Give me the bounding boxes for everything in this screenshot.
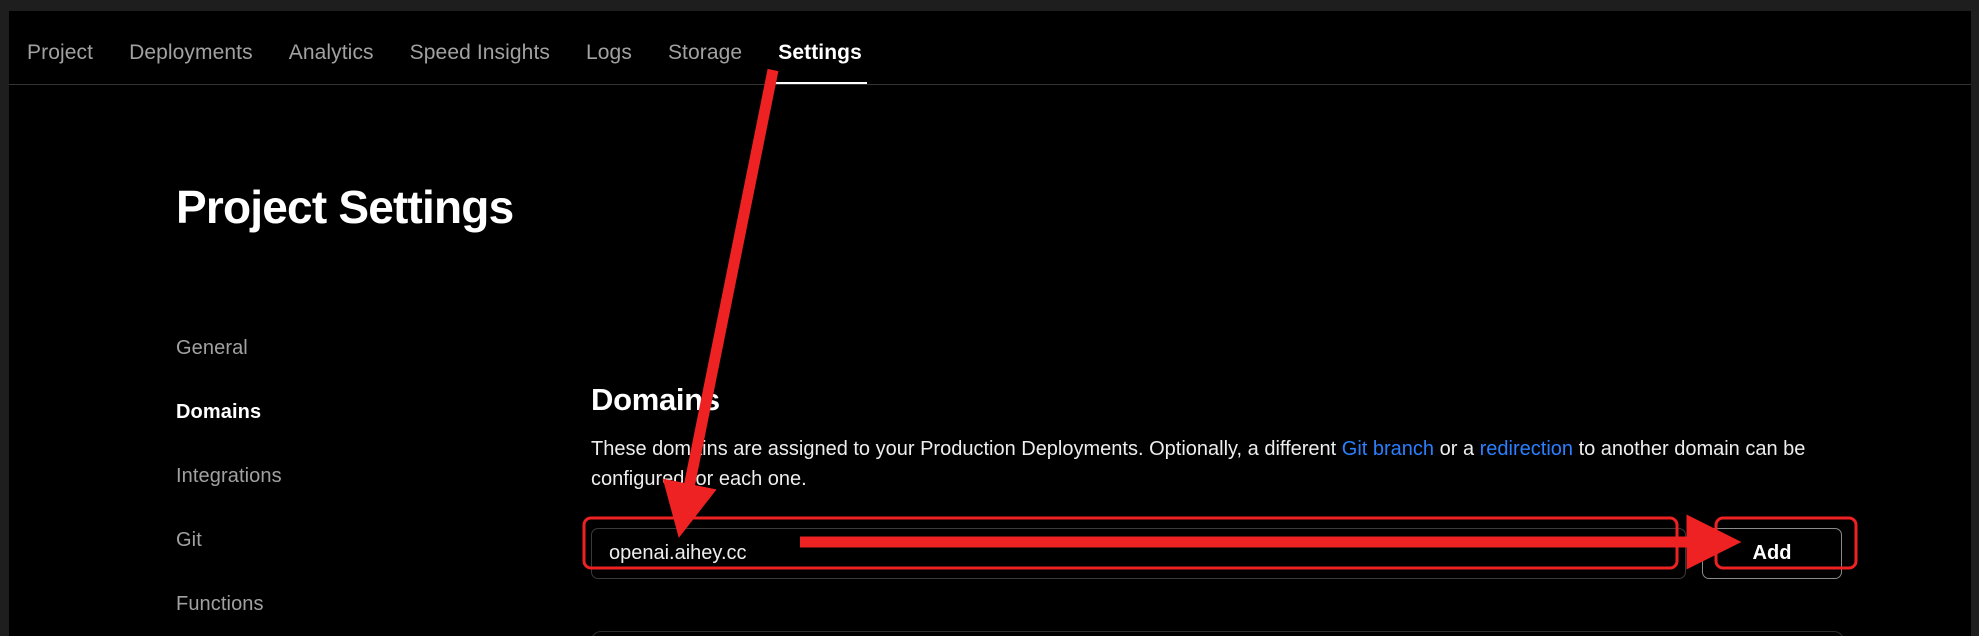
- nav-tab-deployments[interactable]: Deployments: [111, 42, 271, 85]
- add-domain-button[interactable]: Add: [1702, 528, 1842, 579]
- settings-content-area: General Domains Integrations Git Functions D…: [9, 286, 1971, 636]
- section-title: Domains: [591, 381, 720, 417]
- nav-tab-settings[interactable]: Settings: [760, 42, 880, 85]
- nav-tab-list: Project Deployments Analytics Speed Insight…: [9, 11, 880, 85]
- nav-tab-analytics[interactable]: Analytics: [271, 42, 392, 85]
- sidebar-item-integrations[interactable]: Integrations: [176, 466, 446, 486]
- page-title: Project Settings: [176, 180, 514, 233]
- desc-text-2: or a: [1434, 438, 1480, 460]
- settings-sidebar: General Domains Integrations Git Functions: [176, 338, 446, 636]
- nav-tab-speed-insights[interactable]: Speed Insights: [392, 42, 568, 85]
- sidebar-item-domains[interactable]: Domains: [176, 402, 446, 422]
- nav-tab-logs[interactable]: Logs: [568, 42, 650, 85]
- nav-tab-project[interactable]: Project: [9, 42, 111, 85]
- sidebar-item-git[interactable]: Git: [176, 530, 446, 550]
- redirection-link[interactable]: redirection: [1480, 438, 1573, 460]
- git-branch-link[interactable]: Git branch: [1342, 438, 1434, 460]
- add-domain-row: Add: [591, 528, 1842, 579]
- desc-text-1: These domains are assigned to your Produ…: [591, 438, 1342, 460]
- existing-domain-card[interactable]: [591, 631, 1844, 636]
- page-header: Project Settings: [9, 85, 1971, 360]
- domain-input[interactable]: [591, 528, 1686, 579]
- nav-tab-storage[interactable]: Storage: [650, 42, 760, 85]
- page-root: Project Deployments Analytics Speed Insight…: [9, 11, 1971, 636]
- section-description: These domains are assigned to your Produ…: [591, 434, 1866, 494]
- sidebar-item-functions[interactable]: Functions: [176, 594, 446, 614]
- browser-viewport-frame: Project Deployments Analytics Speed Insight…: [0, 0, 1979, 636]
- sidebar-item-general[interactable]: General: [176, 338, 446, 358]
- project-top-navigation: Project Deployments Analytics Speed Insight…: [9, 11, 1971, 85]
